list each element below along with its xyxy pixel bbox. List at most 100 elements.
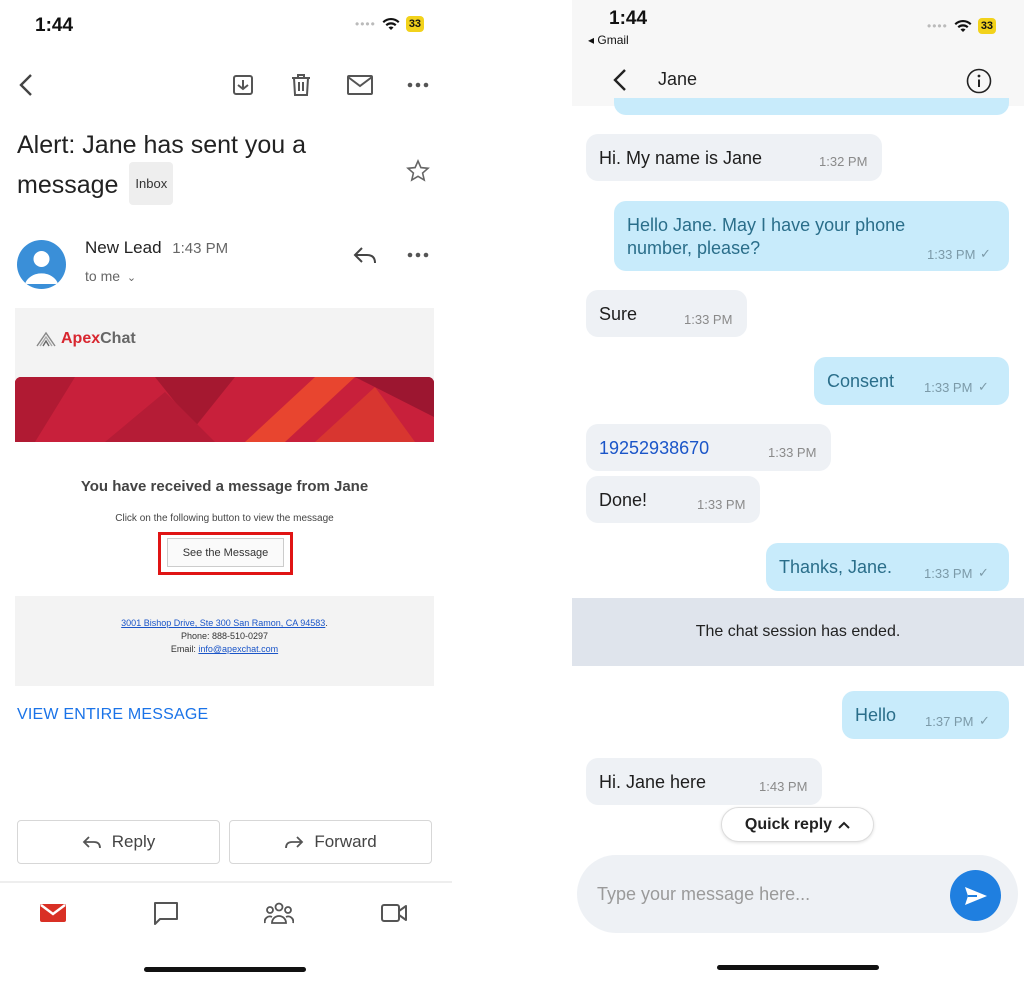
chevron-up-icon <box>838 821 850 829</box>
message-more-icon[interactable] <box>405 246 431 264</box>
forward-arrow-icon <box>285 836 304 849</box>
message-text: Done! <box>599 490 648 510</box>
email-line: Email: info@apexchat.com <box>15 643 434 656</box>
message-time: 1:37 PM <box>925 714 974 729</box>
chat-signal-icon: •••• <box>927 19 948 33</box>
more-options-icon[interactable] <box>405 76 431 94</box>
forward-label: Forward <box>314 832 377 851</box>
message-bubble[interactable]: Hi. Jane here 1:43 PM <box>586 758 822 805</box>
spaces-icon[interactable] <box>264 899 294 927</box>
reply-button[interactable]: Reply <box>17 820 220 864</box>
address-line: 3001 Bishop Drive, Ste 300 San Ramon, CA… <box>15 617 434 630</box>
mail-icon[interactable] <box>38 899 68 927</box>
message-text: Hi. Jane here <box>599 772 707 792</box>
message-bubble[interactable]: Sure 1:33 PM <box>586 290 747 337</box>
phone-line: Phone: 888-510-0297 <box>180 631 269 641</box>
status-indicators: •••• 33 <box>355 16 425 32</box>
sender-name[interactable]: New Lead <box>85 238 162 257</box>
message-bubble[interactable]: Hello 1:37 PM ✓ <box>842 691 1009 739</box>
quick-reply-label: Quick reply <box>744 815 833 833</box>
delivered-check-icon: ✓ <box>979 713 990 728</box>
sent-time: 1:43 PM <box>172 240 229 257</box>
delete-icon[interactable] <box>289 73 313 97</box>
chat-back-arrow-icon[interactable] <box>610 67 630 93</box>
logo-suffix: Chat <box>100 330 136 347</box>
email-link[interactable]: info@apexchat.com <box>198 644 278 654</box>
email-headline: You have received a message from Jane <box>80 478 369 495</box>
chat-status-time: 1:44 <box>609 8 648 29</box>
meet-icon[interactable] <box>379 899 409 927</box>
message-time: 1:33 PM <box>684 312 733 327</box>
email-footer: 3001 Bishop Drive, Ste 300 San Ramon, CA… <box>15 617 434 656</box>
apexchat-logo: Apex Chat <box>35 330 136 348</box>
message-text: Hello <box>855 705 897 725</box>
chat-battery-indicator: 33 <box>977 18 997 34</box>
mark-unread-icon[interactable] <box>346 74 374 96</box>
logo-mark-icon <box>36 331 56 347</box>
avatar[interactable] <box>17 240 66 289</box>
message-time: 1:32 PM <box>819 154 868 169</box>
message-time: 1:33 PM <box>927 247 976 262</box>
message-bubble[interactable]: Thanks, Jane. 1:33 PM ✓ <box>766 543 1009 591</box>
message-text-line1: Hello Jane. May I have your phone <box>627 215 906 235</box>
send-icon <box>964 886 987 905</box>
chat-screen: 1:44 ◂ Gmail •••• 33 Jane Hi. My name is… <box>572 0 1024 981</box>
forward-button[interactable]: Forward <box>229 820 432 864</box>
chat-icon[interactable] <box>151 899 181 927</box>
send-button[interactable] <box>950 870 1001 921</box>
bottom-nav-divider <box>0 881 452 883</box>
reply-arrow-icon <box>82 836 101 849</box>
reply-icon[interactable] <box>352 243 378 267</box>
sender-line: New Lead 1:43 PM <box>85 238 228 258</box>
address-link[interactable]: 3001 Bishop Drive, Ste 300 San Ramon, CA… <box>121 618 325 628</box>
message-text: Hi. My name is Jane <box>599 148 763 168</box>
see-message-button[interactable]: See the Message <box>167 538 284 567</box>
message-text: Consent <box>827 371 895 391</box>
message-time: 1:33 PM <box>924 380 973 395</box>
chat-home-indicator[interactable] <box>717 965 879 970</box>
message-time: 1:33 PM <box>768 445 817 460</box>
message-bubble[interactable]: Hello Jane. May I have your phone number… <box>614 201 1009 271</box>
home-indicator[interactable] <box>144 967 306 972</box>
message-bubble[interactable]: 19252938670 1:33 PM <box>586 424 831 471</box>
chat-title: Jane <box>658 69 698 89</box>
email-subject: Alert: Jane has sent you a message Inbox <box>17 126 397 208</box>
info-icon[interactable] <box>965 67 993 95</box>
reply-label: Reply <box>111 832 156 851</box>
phone-number-link[interactable]: 19252938670 <box>599 436 709 460</box>
email-label: Email: <box>170 644 199 654</box>
message-input[interactable] <box>597 879 937 909</box>
to-me-label: to me <box>85 268 121 284</box>
recipient-toggle[interactable]: to me ⌄ <box>85 268 136 284</box>
status-time: 1:44 <box>35 15 74 36</box>
battery-indicator: 33 <box>405 16 425 32</box>
message-time: 1:33 PM <box>697 497 746 512</box>
quick-reply-button[interactable]: Quick reply <box>721 807 874 842</box>
email-subline: Click on the following button to view th… <box>115 513 334 524</box>
message-bubble[interactable]: Hi. My name is Jane 1:32 PM <box>586 134 882 181</box>
gmail-screen: 1:44 •••• 33 Alert: Jane has sent you a … <box>0 0 452 981</box>
message-text: Thanks, Jane. <box>779 557 893 577</box>
previous-message-bubble <box>614 98 1009 115</box>
chat-status-indicators: •••• 33 <box>927 18 997 34</box>
message-text: Sure <box>599 304 638 324</box>
view-entire-message-link[interactable]: VIEW ENTIRE MESSAGE <box>17 706 208 724</box>
signal-icon: •••• <box>355 17 376 31</box>
logo-prefix: Apex <box>61 330 101 347</box>
message-time: 1:43 PM <box>759 779 808 794</box>
message-bubble[interactable]: Consent 1:33 PM ✓ <box>814 357 1009 405</box>
message-bubble[interactable]: Done! 1:33 PM <box>586 476 760 523</box>
archive-icon[interactable] <box>231 73 255 97</box>
delivered-check-icon: ✓ <box>978 565 989 580</box>
address-period: . <box>325 618 328 628</box>
chat-wifi-icon <box>954 19 972 32</box>
back-arrow-icon[interactable] <box>14 72 38 98</box>
session-ended-notice: The chat session has ended. <box>572 598 1024 666</box>
chevron-down-icon: ⌄ <box>126 272 137 284</box>
star-icon[interactable] <box>404 157 432 185</box>
email-banner <box>15 377 434 442</box>
message-time: 1:33 PM <box>924 566 973 581</box>
inbox-label[interactable]: Inbox <box>129 162 174 205</box>
back-to-gmail-link[interactable]: ◂ Gmail <box>588 33 629 47</box>
delivered-check-icon: ✓ <box>980 246 991 261</box>
